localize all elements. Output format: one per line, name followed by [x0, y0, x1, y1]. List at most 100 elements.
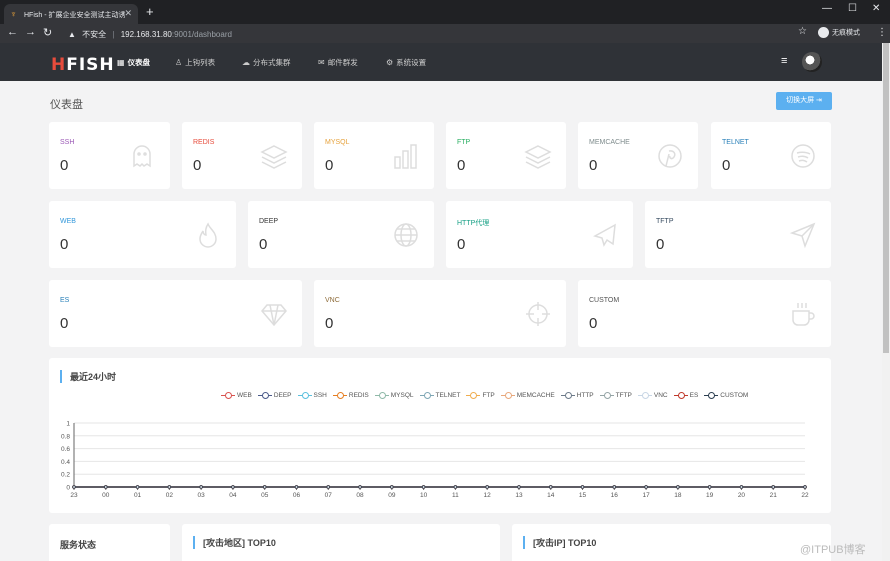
- window-close-button[interactable]: ✕: [872, 3, 880, 14]
- incognito-icon: [818, 27, 829, 38]
- nav-cluster[interactable]: ☁ 分布式集群: [242, 57, 291, 68]
- dashboard-icon: ▦: [117, 58, 125, 67]
- attack-ip-panel: [攻击IP] TOP10: [512, 524, 831, 561]
- data-point: [72, 485, 76, 489]
- warning-icon: ▲: [68, 30, 76, 39]
- send-icon: [789, 221, 817, 249]
- card-label: SSH: [60, 139, 75, 146]
- card-label: MEMCACHE: [589, 139, 630, 146]
- card-value: 0: [325, 157, 334, 174]
- x-tick-label: 04: [229, 492, 237, 499]
- x-tick-label: 12: [484, 492, 492, 499]
- attack-region-title: [攻击地区] TOP10: [193, 536, 276, 549]
- browser-tab[interactable]: ♆ HFish - 扩展企业安全测试主动诱 ✕: [4, 4, 138, 24]
- nav-hooked-list[interactable]: ♙ 上钩列表: [175, 57, 215, 68]
- hfish-favicon-icon: ♆: [10, 9, 17, 19]
- x-tick-label: 21: [770, 492, 778, 499]
- fire-icon: [194, 221, 222, 249]
- bookmark-star-icon[interactable]: ☆: [798, 26, 807, 37]
- layers-icon: [524, 142, 552, 170]
- card-value: 0: [193, 157, 202, 174]
- card-mysql: MYSQL 0: [314, 122, 434, 189]
- ghost-icon: [128, 142, 156, 170]
- card-value: 0: [60, 236, 69, 253]
- data-point: [104, 485, 108, 489]
- card-ssh: SSH 0: [49, 122, 170, 189]
- card-label: TFTP: [656, 218, 674, 225]
- card-custom: CUSTOM 0: [578, 280, 831, 347]
- y-tick-label: 0.4: [61, 459, 70, 466]
- service-status-panel: 服务状态: [49, 524, 170, 561]
- x-tick-label: 07: [325, 492, 333, 499]
- nav-dashboard[interactable]: ▦ 仪表盘: [117, 57, 150, 68]
- pinterest-icon: [656, 142, 684, 170]
- data-point: [390, 485, 394, 489]
- card-value: 0: [589, 157, 598, 174]
- data-point: [358, 485, 362, 489]
- data-point: [326, 485, 330, 489]
- globe-icon: [392, 221, 420, 249]
- card-label: VNC: [325, 297, 340, 304]
- nav-mail[interactable]: ✉ 邮件群发: [318, 57, 358, 68]
- chart-panel: 最近24小时 WEB DEEP SSH REDIS MYSQL TELNET FTP MEMC…: [49, 358, 831, 513]
- x-tick-label: 03: [198, 492, 206, 499]
- card-web: WEB 0: [49, 201, 236, 268]
- x-tick-label: 11: [452, 492, 459, 499]
- data-point: [231, 485, 235, 489]
- data-point: [739, 485, 744, 489]
- plane-icon: [591, 221, 619, 249]
- switch-bigscreen-button[interactable]: 切换大屏 ⇥: [776, 92, 832, 110]
- data-point: [707, 485, 712, 489]
- diamond-icon: [260, 300, 288, 328]
- back-arrow-icon[interactable]: ←: [7, 26, 18, 38]
- nav-settings[interactable]: ⚙ 系统设置: [386, 57, 426, 68]
- watermark: @ITPUB博客: [800, 544, 866, 556]
- maximize-button[interactable]: ☐: [848, 3, 857, 14]
- data-point: [453, 485, 458, 489]
- reload-icon[interactable]: ↻: [43, 26, 52, 39]
- data-point: [612, 485, 617, 489]
- card-value: 0: [60, 315, 69, 332]
- incognito-indicator[interactable]: 无痕模式: [818, 27, 860, 38]
- nav-cluster-label: 分布式集群: [253, 58, 291, 67]
- user-icon: ♙: [175, 58, 183, 67]
- incognito-label: 无痕模式: [832, 29, 860, 37]
- x-tick-label: 02: [166, 492, 174, 499]
- card-ftp: FTP 0: [446, 122, 566, 189]
- nav-hooked-list-label: 上钩列表: [185, 58, 216, 67]
- card-label: ES: [60, 297, 70, 304]
- bar-chart-icon: [392, 142, 420, 170]
- data-point: [517, 485, 521, 489]
- url-path: :9001/dashboard: [171, 30, 232, 39]
- data-point: [549, 485, 553, 489]
- not-secure-label: 不安全: [82, 30, 107, 39]
- hfish-logo[interactable]: HFISH: [51, 55, 115, 75]
- minimize-button[interactable]: —: [822, 3, 832, 14]
- tab-close-icon[interactable]: ✕: [124, 8, 132, 19]
- user-avatar[interactable]: [802, 52, 822, 72]
- card-vnc: VNC 0: [314, 280, 566, 347]
- data-point: [421, 485, 426, 489]
- browser-menu-icon[interactable]: ⋮: [877, 27, 887, 38]
- mail-icon: ✉: [318, 58, 325, 67]
- x-tick-label: 18: [674, 492, 682, 499]
- address-bar[interactable]: ▲ 不安全 | 192.168.31.80:9001/dashboard: [62, 26, 812, 41]
- hamburger-menu-icon[interactable]: ≡: [781, 55, 787, 67]
- card-memcache: MEMCACHE 0: [578, 122, 698, 189]
- data-point: [580, 485, 585, 489]
- attack-ip-title: [攻击IP] TOP10: [523, 536, 596, 549]
- new-tab-button[interactable]: +: [146, 4, 154, 19]
- x-tick-label: 00: [102, 492, 110, 499]
- x-tick-label: 23: [70, 492, 78, 499]
- x-tick-label: 01: [134, 492, 142, 499]
- logo-rest: FISH: [66, 55, 115, 75]
- page-scrollbar[interactable]: [882, 43, 890, 561]
- data-point: [167, 485, 172, 489]
- forward-arrow-icon[interactable]: →: [25, 26, 36, 38]
- nav-dashboard-label: 仪表盘: [127, 58, 151, 67]
- card-value: 0: [325, 315, 334, 332]
- data-point: [676, 485, 680, 489]
- card-http-proxy: HTTP代理 0: [446, 201, 633, 268]
- data-point: [485, 485, 489, 489]
- scroll-thumb[interactable]: [883, 43, 889, 353]
